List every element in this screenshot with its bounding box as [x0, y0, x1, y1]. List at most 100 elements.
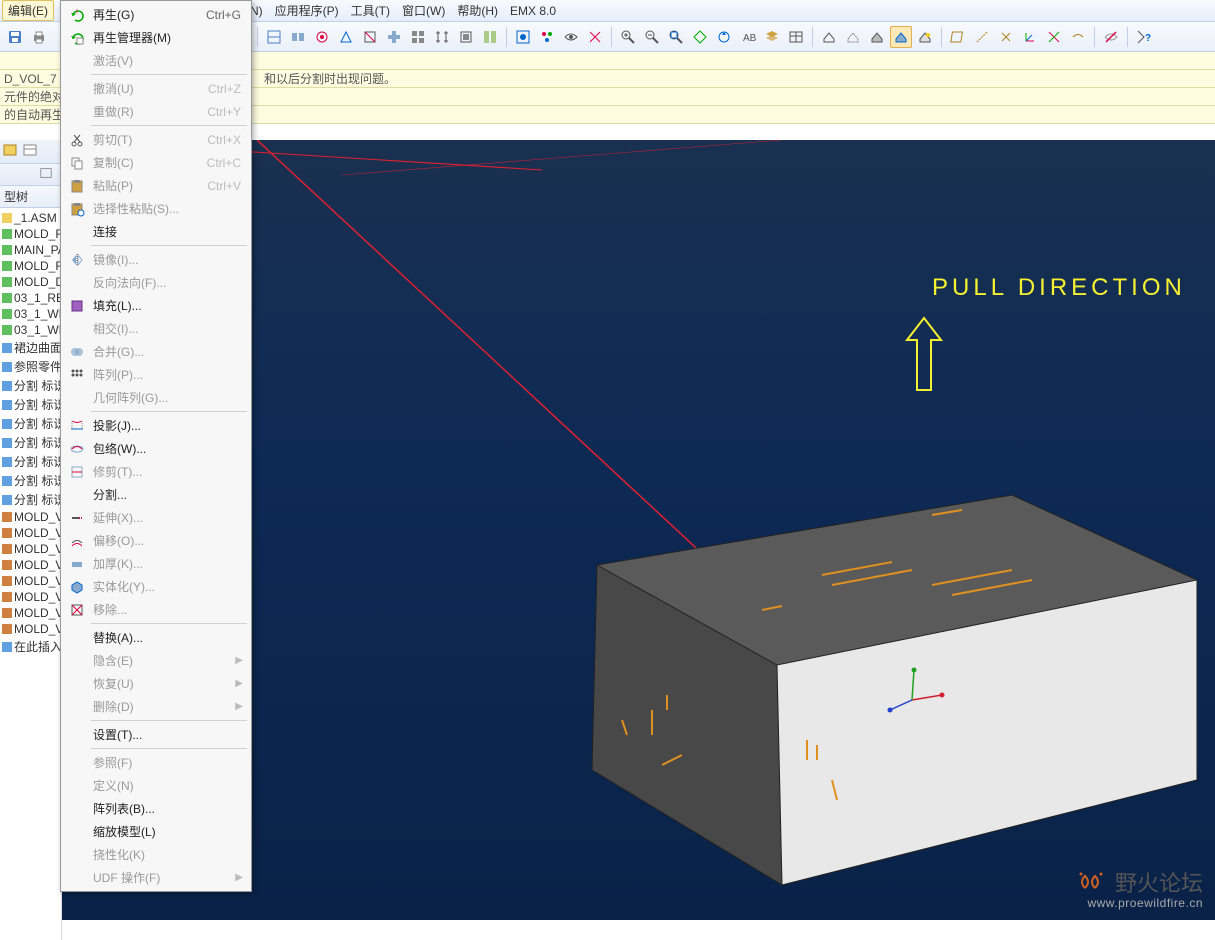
display-icon[interactable]	[866, 26, 888, 48]
menu-item[interactable]: 连接	[63, 220, 249, 243]
tree-item[interactable]: MOLD_VC	[0, 541, 61, 557]
tool-icon[interactable]	[407, 26, 429, 48]
help-icon[interactable]: ?	[1133, 26, 1155, 48]
tree-item[interactable]: 03_1_WRI	[0, 306, 61, 322]
orient-icon[interactable]	[689, 26, 711, 48]
menu-item[interactable]: 再生管理器(M)	[63, 26, 249, 49]
view-icon[interactable]	[560, 26, 582, 48]
tree-item[interactable]: MAIN_PA	[0, 242, 61, 258]
menu-item[interactable]: !再生(G)Ctrl+G	[63, 3, 249, 26]
tree-item[interactable]: 在此插入	[0, 637, 61, 656]
tree-item[interactable]: 分割 标识	[0, 490, 61, 509]
tree-item[interactable]: 03_1_REF	[0, 290, 61, 306]
menu-item-label: 投影(J)...	[93, 417, 245, 434]
pull-direction-arrow-icon	[907, 318, 941, 390]
menu-help[interactable]: 帮助(H)	[451, 0, 504, 21]
tool-icon[interactable]	[383, 26, 405, 48]
menu-edit[interactable]: 编辑(E)	[2, 0, 54, 21]
hide-icon[interactable]	[1100, 26, 1122, 48]
view-icon[interactable]	[584, 26, 606, 48]
tree-item-label: MOLD_VC	[14, 574, 61, 588]
tree-item[interactable]: MOLD_DE	[0, 274, 61, 290]
tree-item[interactable]: MOLD_RI	[0, 226, 61, 242]
tree-item[interactable]: MOLD_VC	[0, 621, 61, 637]
tree-item-label: MOLD_VC	[14, 590, 61, 604]
tree-tab-icon[interactable]	[2, 143, 20, 161]
display-icon[interactable]	[914, 26, 936, 48]
tree-item[interactable]: MOLD_VC	[0, 605, 61, 621]
menu-item[interactable]: 填充(L)...	[63, 294, 249, 317]
menu-item: 反向法向(F)...	[63, 271, 249, 294]
datum-icon[interactable]	[1067, 26, 1089, 48]
view-mgr-icon[interactable]	[785, 26, 807, 48]
datum-axis-icon[interactable]	[971, 26, 993, 48]
tree-item[interactable]: MOLD_VC	[0, 589, 61, 605]
tree-item[interactable]: MOLD_VC	[0, 573, 61, 589]
layers-icon[interactable]	[761, 26, 783, 48]
zoom-in-icon[interactable]	[617, 26, 639, 48]
tree-item[interactable]: MOLD_VC	[0, 557, 61, 573]
regen-icon: !	[67, 5, 87, 25]
tree-item[interactable]: MOLD_VC	[0, 525, 61, 541]
menu-item[interactable]: 缩放模型(L)	[63, 820, 249, 843]
datum-plane-icon[interactable]	[947, 26, 969, 48]
view-icon[interactable]	[512, 26, 534, 48]
tree-item-icon	[2, 229, 12, 239]
menu-item[interactable]: 设置(T)...	[63, 723, 249, 746]
menu-window[interactable]: 窗口(W)	[396, 0, 451, 21]
menu-apps[interactable]: 应用程序(P)	[269, 0, 345, 21]
tree-item[interactable]: 裙边曲面	[0, 338, 61, 357]
menu-item: 挠性化(K)	[63, 843, 249, 866]
tool-icon[interactable]	[311, 26, 333, 48]
copy-icon	[67, 153, 87, 173]
menu-item[interactable]: 投影(J)...	[63, 414, 249, 437]
zoom-out-icon[interactable]	[641, 26, 663, 48]
tree-item[interactable]: 分割 标识	[0, 414, 61, 433]
menu-tools[interactable]: 工具(T)	[345, 0, 396, 21]
tool-icon[interactable]	[335, 26, 357, 48]
blank-icon	[67, 725, 87, 745]
tool-icon[interactable]	[455, 26, 477, 48]
tree-item[interactable]: 分割 标识	[0, 452, 61, 471]
tree-item[interactable]: MOLD_VC	[0, 509, 61, 525]
tree-item-icon	[2, 476, 12, 486]
zoom-fit-icon[interactable]	[665, 26, 687, 48]
display-icon[interactable]	[842, 26, 864, 48]
menu-emx[interactable]: EMX 8.0	[504, 2, 562, 20]
view-icon[interactable]	[536, 26, 558, 48]
label-icon[interactable]: AB	[737, 26, 759, 48]
datum-point-icon[interactable]	[995, 26, 1017, 48]
orient-icon[interactable]	[713, 26, 735, 48]
tool-icon[interactable]	[431, 26, 453, 48]
trim-icon	[67, 462, 87, 482]
display-icon[interactable]	[818, 26, 840, 48]
menu-item[interactable]: 包络(W)...	[63, 437, 249, 460]
tree-item[interactable]: 分割 标识	[0, 376, 61, 395]
tree-tab-icon[interactable]	[22, 143, 40, 161]
tool-icon[interactable]	[287, 26, 309, 48]
datum-csys-icon[interactable]	[1019, 26, 1041, 48]
menu-item[interactable]: 替换(A)...	[63, 626, 249, 649]
tree-item-icon	[2, 528, 12, 538]
menu-item[interactable]: 分割...	[63, 483, 249, 506]
tree-item[interactable]: 分割 标识	[0, 395, 61, 414]
tool-icon[interactable]	[479, 26, 501, 48]
save-icon[interactable]	[4, 26, 26, 48]
menu-item[interactable]: 阵列表(B)...	[63, 797, 249, 820]
menu-item-label: 参照(F)	[93, 754, 245, 771]
print-icon[interactable]	[28, 26, 50, 48]
tree-item[interactable]: 分割 标识	[0, 433, 61, 452]
tree-item[interactable]: 分割 标识	[0, 471, 61, 490]
tool-icon[interactable]	[359, 26, 381, 48]
datum-icon[interactable]	[1043, 26, 1065, 48]
display-icon[interactable]	[890, 26, 912, 48]
blank-icon	[67, 273, 87, 293]
tree-settings-icon[interactable]	[39, 166, 57, 184]
tree-item[interactable]: 03_1_WRI	[0, 322, 61, 338]
tree-item[interactable]: _1.ASM	[0, 210, 61, 226]
tree-item[interactable]: 参照零件切	[0, 357, 61, 376]
tree-item-icon	[2, 592, 12, 602]
tool-icon[interactable]	[263, 26, 285, 48]
tree-item-label: 分割 标识	[14, 396, 61, 413]
tree-item[interactable]: MOLD_FR	[0, 258, 61, 274]
